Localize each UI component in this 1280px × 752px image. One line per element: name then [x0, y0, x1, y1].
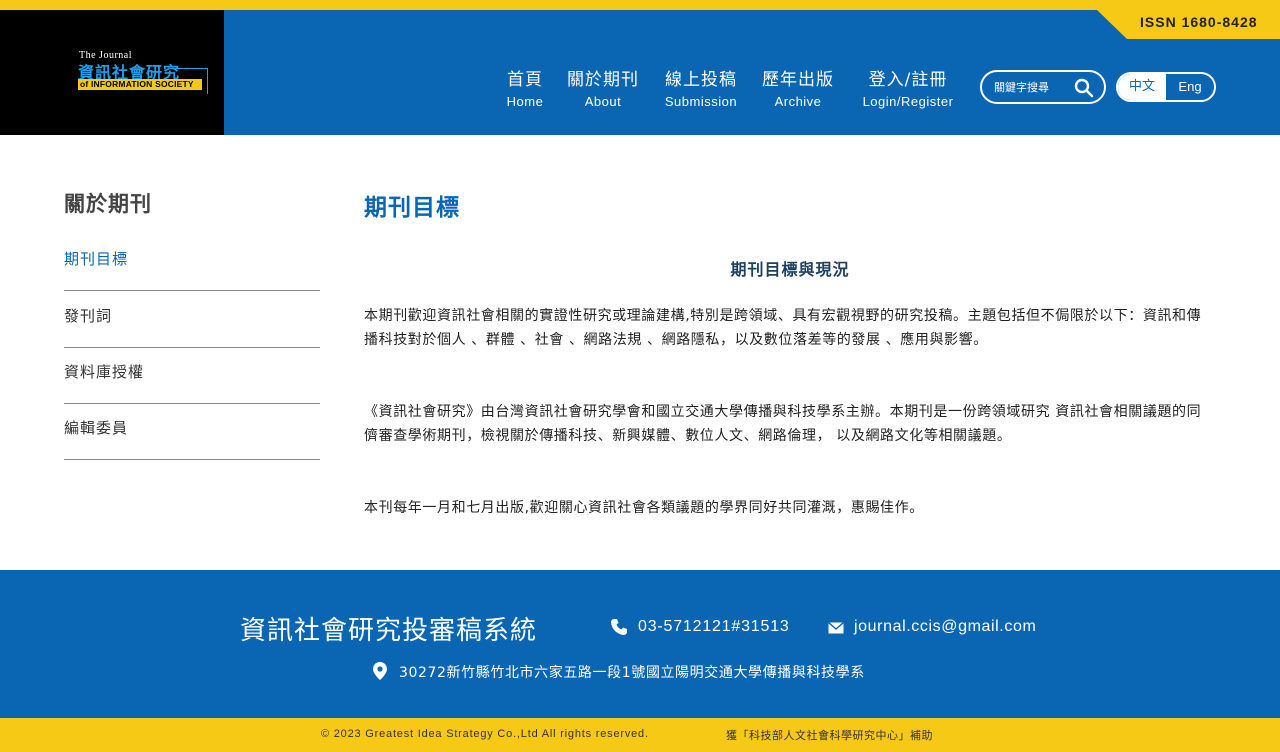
search-input[interactable]	[994, 78, 1076, 96]
footer-system-name: 資訊社會研究投審稿系統	[240, 616, 538, 646]
sidebar-item-goals[interactable]: 期刊目標	[64, 234, 320, 291]
nav-archive-zh: 歷年出版	[762, 70, 834, 90]
site-header: The Journal 資訊社會研究 of INFORMATION SOCIET…	[0, 10, 1280, 135]
journal-logo[interactable]: The Journal 資訊社會研究 of INFORMATION SOCIET…	[0, 10, 224, 135]
nav-submission-en: Submission	[664, 94, 738, 109]
search-icon[interactable]	[1074, 78, 1094, 98]
paragraph-2: 《資訊社會研究》由台灣資訊社會研究學會和國立交通大學傳播與科技學系主辦。本期刊是…	[364, 404, 1202, 444]
search-box	[980, 70, 1106, 104]
lang-zh-button[interactable]: 中文	[1118, 74, 1166, 100]
footer-phone: 03-5712121#31513	[638, 618, 790, 635]
paragraph-1: 本期刊歡迎資訊社會相關的實證性研究或理論建構,特別是跨領域、具有宏觀視野的研究投…	[364, 308, 1202, 348]
nav-home-en: Home	[506, 94, 544, 109]
nav-about-en: About	[584, 94, 622, 109]
nav-submission-zh: 線上投稿	[665, 70, 737, 90]
nav-archive[interactable]: 歷年出版 Archive	[760, 65, 836, 109]
nav-home-zh: 首頁	[507, 70, 543, 90]
sidebar-title: 關於期刊	[64, 192, 152, 216]
nav-login-en: Login/Register	[862, 94, 954, 109]
footer-address: 30272新竹縣竹北市六家五路一段1號國立陽明交通大學傳播與科技學系	[399, 665, 865, 681]
section-heading: 期刊目標與現況	[730, 260, 850, 279]
nav-about-zh: 關於期刊	[567, 70, 639, 90]
site-footer: 資訊社會研究投審稿系統 03-5712121#31513 journal.cci…	[0, 570, 1280, 718]
paragraph-3: 本刊每年一月和七月出版,歡迎關心資訊社會各類議題的學界同好共同灌溉，惠賜佳作。	[364, 500, 924, 516]
sidebar-item-foreword[interactable]: 發刊詞	[64, 291, 320, 348]
sidebar-item-label: 期刊目標	[64, 250, 129, 268]
location-pin-icon	[373, 662, 387, 680]
copyright-bar: © 2023 Greatest Idea Strategy Co.,Ltd Al…	[0, 718, 1280, 752]
phone-icon	[611, 619, 627, 635]
issn-label: ISSN 1680-8428	[1140, 14, 1258, 30]
mail-icon	[828, 622, 844, 634]
sidebar-item-editorial-board[interactable]: 編輯委員	[64, 403, 320, 460]
sidebar-item-label: 發刊詞	[64, 307, 113, 325]
lang-en-button[interactable]: Eng	[1166, 74, 1214, 100]
top-accent-strip	[0, 0, 1280, 10]
nav-login-zh: 登入/註冊	[868, 70, 948, 90]
funding-support-text: 獲「科技部人文社會科學研究中心」補助	[726, 729, 933, 742]
nav-about[interactable]: 關於期刊 About	[564, 65, 642, 109]
nav-archive-en: Archive	[774, 94, 822, 109]
page-title: 期刊目標	[364, 195, 460, 221]
logo-subtitle-bottom: of INFORMATION SOCIETY	[80, 79, 194, 89]
nav-login-register[interactable]: 登入/註冊 Login/Register	[856, 65, 960, 109]
sidebar-item-database-license[interactable]: 資料庫授權	[64, 347, 320, 404]
language-switcher: 中文 Eng	[1116, 72, 1216, 102]
footer-email-link[interactable]: journal.ccis@gmail.com	[854, 618, 1036, 636]
sidebar-item-label: 編輯委員	[64, 419, 129, 437]
nav-home[interactable]: 首頁 Home	[505, 65, 545, 109]
copyright-text: © 2023 Greatest Idea Strategy Co.,Ltd Al…	[321, 728, 649, 740]
nav-submission[interactable]: 線上投稿 Submission	[661, 65, 741, 109]
sidebar-item-label: 資料庫授權	[64, 363, 145, 381]
